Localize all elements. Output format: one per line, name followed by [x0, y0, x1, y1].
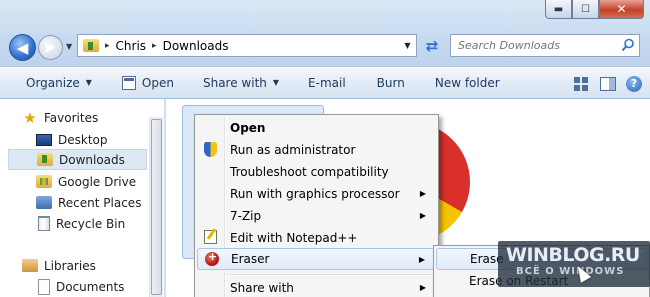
- menu-item-troubleshoot-compatibility[interactable]: Troubleshoot compatibility: [197, 161, 436, 183]
- menu-item-7zip[interactable]: 7-Zip ▶: [197, 205, 436, 227]
- menu-item-label: Open: [230, 121, 266, 135]
- menu-item-label: Share with: [230, 281, 294, 295]
- breadcrumb-separator[interactable]: ▸: [105, 41, 110, 51]
- share-with-button[interactable]: Share with ▼: [203, 66, 279, 99]
- submenu-arrow-icon: ▶: [419, 283, 426, 292]
- menu-item-edit-with-notepad-plus-plus[interactable]: Edit with Notepad++: [197, 227, 436, 249]
- maximize-button[interactable]: ☐: [572, 0, 599, 19]
- burn-label: Burn: [376, 75, 405, 90]
- chevron-down-icon: ▼: [85, 78, 92, 87]
- breadcrumb-chris[interactable]: Chris: [116, 39, 147, 53]
- sidebar-item-label: Recent Places: [58, 195, 142, 210]
- minimize-button[interactable]: ▬: [545, 0, 572, 19]
- address-dropdown[interactable]: ▼: [399, 35, 416, 56]
- sidebar-item-label: Google Drive: [58, 174, 137, 189]
- forward-button[interactable]: ▶: [38, 35, 63, 60]
- submenu-arrow-icon: ▶: [419, 189, 426, 198]
- menu-item-label: Eraser: [231, 252, 270, 266]
- preview-pane-icon[interactable]: [600, 76, 616, 91]
- libraries-icon: [22, 259, 38, 272]
- downloads-folder-icon: [83, 39, 99, 52]
- chevron-down-icon: ▼: [272, 78, 280, 87]
- sidebar-favorites-label: Favorites: [44, 110, 99, 125]
- organize-label: Organize: [26, 75, 80, 90]
- open-button[interactable]: Open: [121, 66, 174, 99]
- search-icon[interactable]: [621, 38, 635, 52]
- command-bar: Organize ▼ Open Share with ▼ E-mail Burn…: [0, 66, 650, 99]
- watermark-subtitle: ВСЁ О WINDOWS: [516, 266, 625, 277]
- window-icon: [121, 75, 136, 90]
- new-folder-label: New folder: [434, 75, 500, 90]
- context-menu: Open Run as administrator Troubleshoot c…: [194, 114, 439, 297]
- toolbar-right-group: ?: [574, 67, 642, 100]
- menu-item-label: Run with graphics processor: [230, 187, 400, 201]
- recycle-bin-icon: [38, 216, 50, 231]
- email-label: E-mail: [308, 75, 346, 90]
- open-label: Open: [141, 75, 174, 90]
- menu-item-label: Edit with Notepad++: [230, 231, 358, 245]
- help-icon[interactable]: ?: [626, 75, 642, 92]
- search-input[interactable]: [458, 39, 618, 52]
- desktop-icon: [36, 133, 52, 146]
- navigation-scrollbar[interactable]: [149, 117, 163, 297]
- organize-button[interactable]: Organize ▼: [26, 66, 92, 99]
- navigation-pane: ★ Favorites Desktop Downloads Google Dri…: [0, 99, 165, 297]
- downloads-folder-icon: [37, 153, 53, 166]
- scrollbar-thumb[interactable]: [151, 119, 162, 295]
- window-titlebar: ▬ ☐ ✕ ◀ ▶ ▼ ▸ Chris ▸ Downloads ▼ ⇄: [0, 0, 650, 66]
- sidebar-item-label: Downloads: [59, 152, 125, 167]
- google-drive-folder-icon: [36, 175, 52, 188]
- share-with-label: Share with: [202, 75, 267, 90]
- menu-item-share-with[interactable]: Share with ▶: [197, 277, 436, 297]
- change-view-icon[interactable]: [574, 76, 590, 91]
- back-button[interactable]: ◀: [9, 34, 36, 61]
- search-box[interactable]: [450, 34, 640, 57]
- watermark-logo: WINBLOG.RU ВСЁ О WINDOWS: [498, 241, 650, 287]
- breadcrumb-separator[interactable]: ▸: [152, 41, 157, 51]
- breadcrumb-downloads[interactable]: Downloads: [163, 39, 229, 53]
- notepad-plus-plus-icon: [204, 230, 217, 244]
- refresh-button[interactable]: ⇄: [420, 34, 444, 57]
- sidebar-item-label: Documents: [56, 279, 125, 294]
- recent-pages-dropdown[interactable]: ▼: [66, 42, 72, 51]
- menu-item-label: 7-Zip: [230, 209, 262, 223]
- menu-item-label: Run as administrator: [230, 143, 356, 157]
- menu-item-run-with-graphics-processor[interactable]: Run with graphics processor ▶: [197, 183, 436, 205]
- menu-item-run-as-administrator[interactable]: Run as administrator: [197, 139, 436, 161]
- address-bar[interactable]: ▸ Chris ▸ Downloads ▼: [77, 34, 417, 57]
- window-controls: ▬ ☐ ✕: [545, 0, 644, 19]
- new-folder-button[interactable]: New folder: [435, 66, 500, 99]
- recent-places-icon: [36, 196, 52, 209]
- sidebar-item-label: Desktop: [58, 132, 108, 147]
- watermark-title: WINBLOG.RU: [506, 244, 640, 266]
- sidebar-item-downloads[interactable]: Downloads: [8, 149, 147, 170]
- documents-icon: [38, 278, 50, 295]
- burn-button[interactable]: Burn: [377, 66, 405, 99]
- uac-shield-icon: [204, 142, 217, 157]
- email-button[interactable]: E-mail: [308, 66, 346, 99]
- menu-item-open[interactable]: Open: [197, 117, 436, 139]
- eraser-icon: [205, 250, 219, 266]
- sidebar-libraries[interactable]: Libraries: [22, 255, 161, 276]
- menu-item-eraser[interactable]: Eraser ▶: [197, 248, 436, 270]
- star-icon: ★: [23, 108, 37, 127]
- menu-item-label: Troubleshoot compatibility: [230, 165, 389, 179]
- sidebar-favorites[interactable]: ★ Favorites: [22, 107, 161, 128]
- sidebar-libraries-label: Libraries: [44, 258, 96, 273]
- submenu-arrow-icon: ▶: [419, 211, 426, 220]
- sidebar-item-label: Recycle Bin: [56, 216, 126, 231]
- close-button[interactable]: ✕: [599, 0, 644, 19]
- menu-separator: [226, 274, 434, 276]
- submenu-arrow-icon: ▶: [418, 255, 425, 264]
